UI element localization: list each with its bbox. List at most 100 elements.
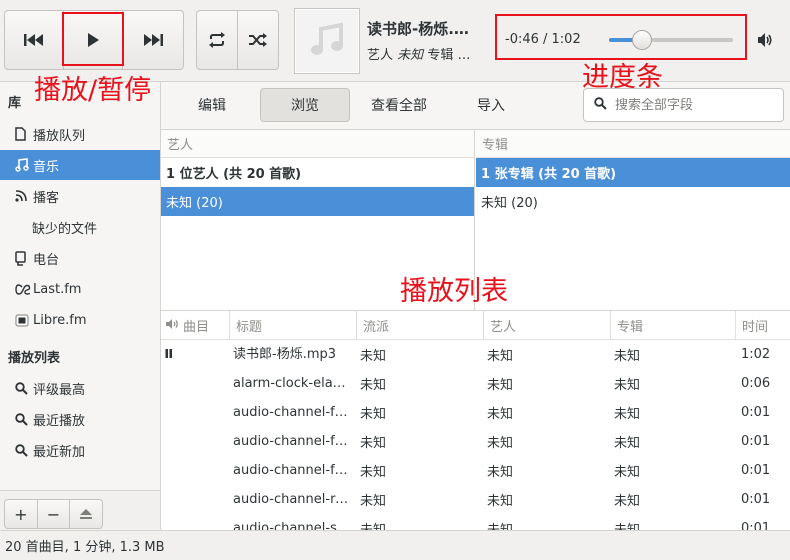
table-row[interactable]: audio-channel-side-left.oga未知未知未知0:01 bbox=[161, 514, 790, 530]
sidebar: 库 播放队列 音乐 播客 缺少的文件 电台 Last.fm Libre.fm 播… bbox=[0, 82, 161, 530]
cell-title: alarm-clock-elapsed.oga bbox=[233, 376, 351, 391]
table-row[interactable]: audio-channel-rear-center.oga 未知 未知 未知 0:01 bbox=[161, 485, 790, 514]
volume-icon bbox=[756, 33, 774, 53]
cell-time: 0:01 bbox=[741, 492, 771, 507]
column-title[interactable]: 标题 bbox=[229, 311, 356, 340]
now-playing-title: 读书郎-杨烁.… bbox=[367, 20, 469, 38]
play-pause-highlight bbox=[62, 12, 124, 66]
eject-button[interactable] bbox=[70, 500, 102, 528]
library-heading: 库 bbox=[8, 96, 22, 111]
cell-album: 未知 bbox=[614, 494, 641, 509]
play-pause-annotation: 播放/暂停 bbox=[34, 75, 152, 106]
repeat-button[interactable] bbox=[197, 11, 238, 69]
cell-time: 0:01 bbox=[741, 434, 771, 449]
cell-time: 0:01 bbox=[741, 463, 771, 478]
column-time[interactable]: 时间 bbox=[735, 311, 790, 340]
column-genre[interactable]: 流派 bbox=[356, 311, 483, 340]
sidebar-item-play-queue[interactable]: 播放队列 bbox=[0, 119, 160, 149]
remove-playlist-button[interactable]: − bbox=[38, 500, 71, 528]
table-row[interactable]: alarm-clock-elapsed.oga 未知 未知 未知 0:06 bbox=[161, 369, 790, 398]
sidebar-item-recently-played[interactable]: 最近播放 bbox=[0, 404, 160, 434]
playlists-heading: 播放列表 bbox=[8, 351, 61, 366]
cell-album: 未知 bbox=[614, 514, 730, 530]
tracklist-header: 曲目 标题 流派 艺人 专辑 时间 bbox=[161, 311, 790, 340]
now-playing-subtitle: 艺人 未知 专辑 … bbox=[367, 44, 491, 63]
cell-title: audio-channel-front-right.oga bbox=[233, 463, 351, 478]
sidebar-item-label: 评级最高 bbox=[33, 382, 86, 398]
import-button[interactable]: 导入 bbox=[461, 88, 521, 122]
artist-row[interactable]: 未知 (20) bbox=[161, 187, 474, 216]
pause-icon bbox=[165, 347, 173, 362]
artist-value: 未知 bbox=[397, 48, 424, 63]
album-art bbox=[294, 8, 360, 74]
cell-album: 未知 bbox=[614, 378, 641, 393]
search-box[interactable] bbox=[583, 88, 784, 122]
track-status-cell bbox=[165, 398, 225, 427]
column-label: 曲目 bbox=[183, 320, 210, 335]
album-row-all[interactable]: 1 张专辑 (共 20 首歌) bbox=[476, 158, 790, 187]
cell-genre: 未知 bbox=[360, 514, 478, 530]
cell-artist: 未知 bbox=[487, 378, 514, 393]
cell-title: audio-channel-front-center.oga bbox=[233, 405, 351, 420]
album-row[interactable]: 未知 (20) bbox=[476, 187, 790, 216]
librefm-icon bbox=[15, 314, 32, 327]
table-row[interactable]: 读书郎-杨烁.mp3 未知 未知 未知 1:02 bbox=[161, 340, 790, 369]
artist-label: 艺人 bbox=[367, 48, 394, 63]
sidebar-footer: + − bbox=[0, 490, 160, 530]
track-status-cell bbox=[165, 369, 225, 398]
rss-icon bbox=[15, 190, 32, 202]
album-pane-header[interactable]: 专辑 bbox=[476, 130, 790, 158]
progress-highlight bbox=[495, 14, 747, 60]
cell-title: audio-channel-front-left.oga bbox=[233, 434, 351, 449]
sidebar-item-lastfm[interactable]: Last.fm bbox=[0, 274, 160, 304]
sidebar-item-label: 音乐 bbox=[33, 159, 60, 175]
progress-annotation: 进度条 bbox=[582, 62, 663, 93]
browse-button[interactable]: 浏览 bbox=[260, 88, 350, 122]
search-icon bbox=[15, 412, 32, 426]
sidebar-item-recently-added[interactable]: 最近新加 bbox=[0, 435, 160, 465]
cell-artist: 未知 bbox=[487, 436, 514, 451]
cell-genre: 未知 bbox=[360, 349, 387, 364]
search-input[interactable] bbox=[615, 97, 775, 113]
add-playlist-button[interactable]: + bbox=[5, 500, 38, 528]
eject-icon bbox=[79, 505, 93, 524]
cell-time: 0:06 bbox=[741, 376, 771, 391]
next-button[interactable] bbox=[123, 11, 182, 69]
column-album[interactable]: 专辑 bbox=[610, 311, 735, 340]
sidebar-item-radio[interactable]: 电台 bbox=[0, 243, 160, 273]
edit-button[interactable]: 编辑 bbox=[179, 88, 245, 122]
radio-icon bbox=[15, 250, 32, 266]
sidebar-item-top-rated[interactable]: 评级最高 bbox=[0, 373, 160, 403]
document-icon bbox=[15, 127, 32, 141]
album-label: 专辑 bbox=[427, 48, 454, 63]
sidebar-item-label: 缺少的文件 bbox=[32, 221, 98, 237]
artist-pane-header[interactable]: 艺人 bbox=[161, 130, 474, 158]
track-status-cell bbox=[165, 340, 225, 369]
search-icon bbox=[15, 381, 32, 395]
column-artist[interactable]: 艺人 bbox=[483, 311, 610, 340]
sidebar-item-librefm[interactable]: Libre.fm bbox=[0, 305, 160, 335]
playback-mode-controls bbox=[196, 10, 279, 70]
sidebar-item-label: 电台 bbox=[33, 252, 60, 268]
sidebar-item-music[interactable]: 音乐 bbox=[0, 150, 160, 180]
table-row[interactable]: audio-channel-front-center.oga 未知 未知 未知 0:01 bbox=[161, 398, 790, 427]
view-all-button[interactable]: 查看全部 bbox=[359, 88, 439, 122]
volume-button[interactable] bbox=[756, 31, 774, 53]
table-row[interactable]: audio-channel-front-left.oga 未知 未知 未知 0:01 bbox=[161, 427, 790, 456]
cell-genre: 未知 bbox=[360, 436, 387, 451]
shuffle-button[interactable] bbox=[238, 11, 279, 69]
cell-genre: 未知 bbox=[360, 494, 387, 509]
previous-button[interactable] bbox=[5, 11, 64, 69]
sidebar-item-podcasts[interactable]: 播客 bbox=[0, 181, 160, 211]
column-track[interactable]: 曲目 bbox=[161, 311, 229, 340]
search-icon bbox=[594, 96, 607, 114]
cell-album: 未知 bbox=[614, 465, 641, 480]
sidebar-item-missing-files[interactable]: 缺少的文件 bbox=[0, 212, 160, 242]
status-bar: 20 首曲目, 1 分钟, 1.3 MB bbox=[0, 530, 790, 560]
cell-title: audio-channel-side-left.oga bbox=[233, 521, 351, 530]
artist-row-all[interactable]: 1 位艺人 (共 20 首歌) bbox=[161, 158, 474, 187]
cell-genre: 未知 bbox=[360, 407, 387, 422]
cell-artist: 未知 bbox=[487, 514, 605, 530]
table-row[interactable]: audio-channel-front-right.oga 未知 未知 未知 0:01 bbox=[161, 456, 790, 485]
track-status-cell bbox=[165, 427, 225, 456]
